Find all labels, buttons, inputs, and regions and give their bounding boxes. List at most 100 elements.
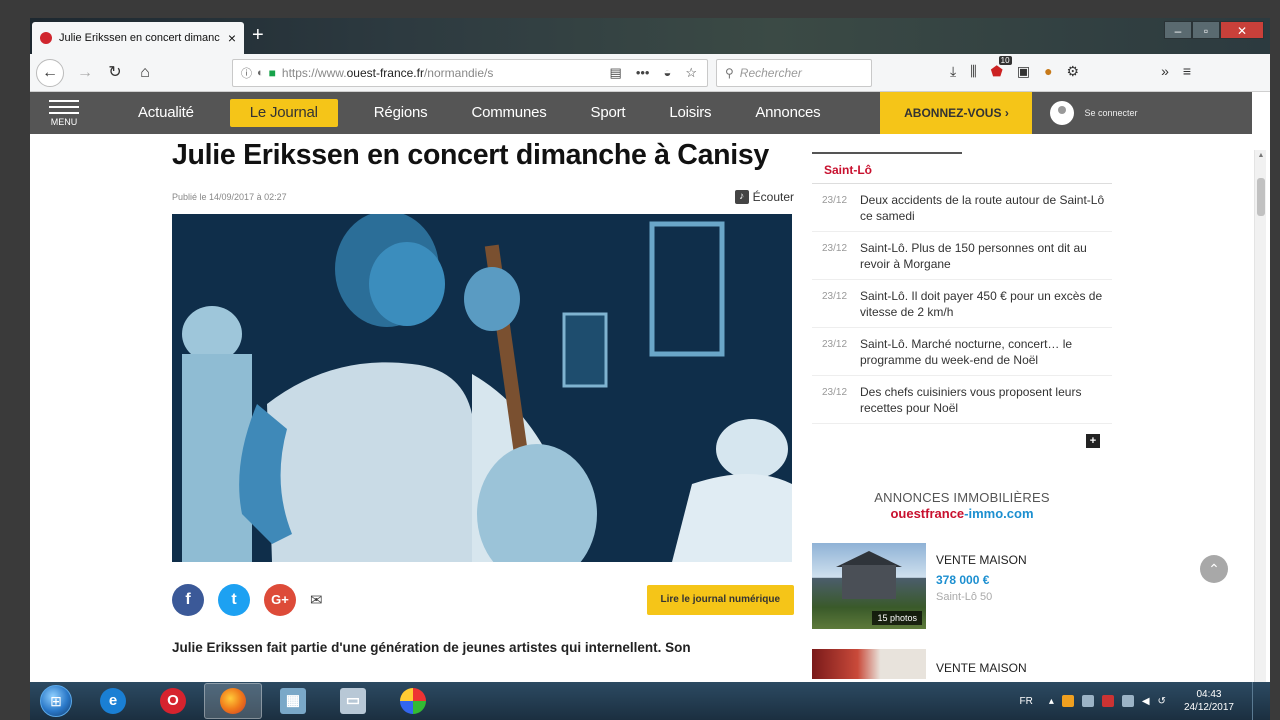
- nav-item-le-journal[interactable]: Le Journal: [229, 99, 338, 127]
- tray-network-icon[interactable]: [1121, 695, 1134, 707]
- property-photo[interactable]: 15 photos: [812, 543, 926, 629]
- immo-brand-logo[interactable]: ouestfrance-immo.com: [812, 506, 1112, 521]
- real-estate-title: ANNONCES IMMOBILIÈRES: [874, 490, 1050, 505]
- language-indicator[interactable]: FR: [1019, 696, 1032, 707]
- library-icon[interactable]: ⫼: [970, 63, 976, 80]
- close-window-button[interactable]: ✕: [1220, 21, 1264, 39]
- tray-device-icon[interactable]: [1081, 695, 1094, 707]
- concert-photo-inverted: [172, 214, 792, 562]
- search-input[interactable]: ⚲ Rechercher: [716, 59, 872, 87]
- read-digital-journal-button[interactable]: Lire le journal numérique: [646, 585, 794, 615]
- tab-close-icon[interactable]: ×: [228, 30, 236, 46]
- tab-strip: Julie Erikssen en concert dimanc × + – ▫…: [30, 18, 1270, 54]
- paint-icon: [400, 688, 426, 714]
- forward-button[interactable]: →: [72, 60, 98, 86]
- url-bar[interactable]: ⓘ ◐ ■ https://www.ouest-france.fr/norman…: [232, 59, 708, 87]
- tab-saint-lo[interactable]: Saint-Lô: [812, 152, 962, 183]
- subscribe-button[interactable]: ABONNEZ-VOUS ›: [880, 92, 1033, 134]
- list-item[interactable]: 23/12 Des chefs cuisiniers vous proposen…: [812, 376, 1112, 424]
- pocket-icon[interactable]: ◒: [663, 65, 671, 81]
- new-tab-button[interactable]: +: [252, 24, 264, 47]
- tray-app-icon[interactable]: [1061, 695, 1074, 707]
- taskbar-firefox[interactable]: [204, 683, 262, 719]
- scroll-up-icon[interactable]: ▲: [1255, 152, 1267, 159]
- reload-button[interactable]: ↻: [102, 60, 128, 86]
- taskbar-file-manager[interactable]: ▭: [324, 683, 382, 719]
- scrollbar-thumb[interactable]: [1257, 178, 1265, 216]
- home-button[interactable]: ⌂: [132, 60, 158, 86]
- download-icon[interactable]: ⤓: [950, 63, 956, 80]
- list-item[interactable]: 23/12 Saint-Lô. Plus de 150 personnes on…: [812, 232, 1112, 280]
- article-meta: Publié le 14/09/2017 à 02:27 ♪ Écouter: [172, 190, 794, 204]
- reader-view-icon[interactable]: ▤: [610, 65, 622, 81]
- property-listing[interactable]: VENTE MAISON: [812, 649, 1112, 679]
- toolbar-icons: ⤓ ⫼ ⬟ 10 ▣ ● ⚙ » ≡: [950, 56, 1191, 80]
- real-estate-ads: ANNONCES IMMOBILIÈRES ouestfrance-immo.c…: [812, 490, 1112, 679]
- taskbar-network[interactable]: ▦: [264, 683, 322, 719]
- more-news-button[interactable]: +: [1086, 434, 1100, 448]
- scroll-to-top-button[interactable]: ⌃: [1200, 555, 1228, 583]
- internet-explorer-icon: e: [100, 688, 126, 714]
- nav-item-sport[interactable]: Sport: [569, 99, 648, 127]
- nav-item-regions[interactable]: Régions: [352, 99, 450, 127]
- local-news-sidebar: Saint-Lô 23/12 Deux accidents de la rout…: [812, 152, 1112, 448]
- article-lead: Julie Erikssen fait partie d'une générat…: [172, 640, 691, 655]
- tray-flag-icon[interactable]: [1101, 695, 1114, 707]
- login-button[interactable]: Se connecter: [1050, 101, 1138, 125]
- system-clock[interactable]: 04:43 24/12/2017: [1184, 688, 1234, 714]
- show-desktop-button[interactable]: [1252, 682, 1262, 720]
- property-photo[interactable]: [812, 649, 926, 679]
- info-icon[interactable]: ⓘ: [241, 65, 252, 81]
- tray-expand-icon[interactable]: ▴: [1049, 696, 1054, 707]
- extension-cookie-icon[interactable]: ●: [1044, 63, 1052, 80]
- ouest-france-favicon-icon: [40, 32, 52, 44]
- tab-title: Julie Erikssen en concert dimanc: [59, 32, 220, 44]
- tray-sync-icon[interactable]: ↺: [1158, 696, 1166, 707]
- property-listing[interactable]: 15 photos VENTE MAISON 378 000 € Saint-L…: [812, 543, 1112, 629]
- google-plus-share-icon[interactable]: G+: [264, 584, 296, 616]
- browser-tab[interactable]: Julie Erikssen en concert dimanc ×: [32, 22, 244, 54]
- addon-badge-icon[interactable]: ⬟ 10: [991, 56, 1012, 80]
- email-share-icon[interactable]: ✉: [310, 591, 323, 609]
- sidebar-icon[interactable]: ▣: [1017, 63, 1030, 80]
- twitter-share-icon[interactable]: t: [218, 584, 250, 616]
- nav-item-annonces[interactable]: Annonces: [733, 99, 842, 127]
- list-item[interactable]: 23/12 Deux accidents de la route autour …: [812, 184, 1112, 232]
- extension-icon[interactable]: ⚙: [1067, 63, 1080, 80]
- browser-window: Julie Erikssen en concert dimanc × + – ▫…: [30, 18, 1270, 682]
- listen-button[interactable]: ♪ Écouter: [734, 190, 794, 204]
- page-scrollbar[interactable]: ▲: [1254, 150, 1266, 682]
- taskbar-paint[interactable]: [384, 683, 442, 719]
- lock-icon: ■: [268, 66, 276, 80]
- site-menu-button[interactable]: MENU: [30, 92, 98, 134]
- page-actions-icon[interactable]: •••: [636, 65, 650, 81]
- taskbar-internet-explorer[interactable]: e: [84, 683, 142, 719]
- hamburger-menu-icon[interactable]: ≡: [1183, 63, 1191, 80]
- article-photo: [172, 214, 792, 562]
- firefox-icon: [220, 688, 246, 714]
- taskbar-opera[interactable]: O: [144, 683, 202, 719]
- listing-type: VENTE MAISON: [936, 661, 1027, 675]
- chevron-right-icon: ›: [1004, 106, 1009, 120]
- overflow-menu-icon[interactable]: »: [1161, 63, 1169, 80]
- listing-price: 378 000 €: [936, 573, 990, 587]
- list-item[interactable]: 23/12 Saint-Lô. Il doit payer 450 € pour…: [812, 280, 1112, 328]
- facebook-share-icon[interactable]: f: [172, 584, 204, 616]
- nav-item-communes[interactable]: Communes: [449, 99, 568, 127]
- back-button[interactable]: ←: [36, 59, 64, 87]
- list-item[interactable]: 23/12 Saint-Lô. Marché nocturne, concert…: [812, 328, 1112, 376]
- start-button[interactable]: ⊞: [30, 682, 82, 720]
- nav-item-loisirs[interactable]: Loisirs: [647, 99, 733, 127]
- maximize-button[interactable]: ▫: [1192, 21, 1220, 39]
- publish-date: Publié le 14/09/2017 à 02:27: [172, 192, 287, 202]
- url-text[interactable]: https://www.ouest-france.fr/normandie/s: [282, 66, 562, 80]
- bookmark-star-icon[interactable]: ☆: [685, 65, 697, 81]
- windows-taskbar: ⊞ e O ▦ ▭ FR ▴ ◀ ↺ 04:43 24/12/2017: [30, 682, 1270, 720]
- tracking-shield-icon[interactable]: ◐: [257, 67, 264, 79]
- article-headline: Julie Erikssen en concert dimanche à Can…: [172, 139, 769, 171]
- volume-icon[interactable]: ◀: [1142, 696, 1150, 707]
- nav-item-actualite[interactable]: Actualité: [116, 99, 216, 127]
- minimize-button[interactable]: –: [1164, 21, 1192, 39]
- listing-location: Saint-Lô 50: [936, 591, 993, 603]
- speaker-icon: ♪: [734, 190, 749, 204]
